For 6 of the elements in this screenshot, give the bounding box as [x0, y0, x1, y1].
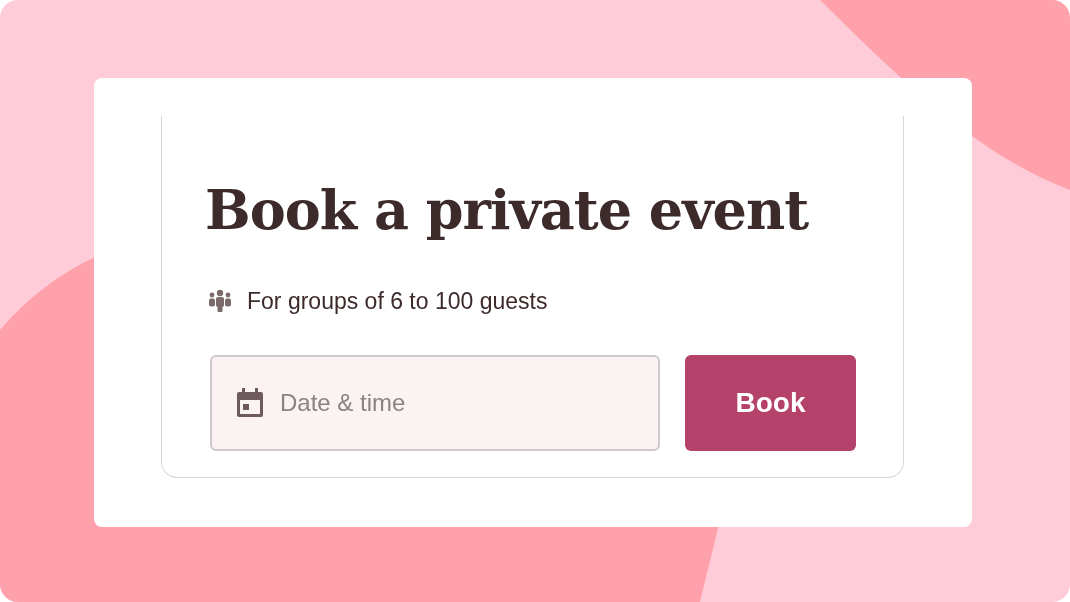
date-time-field[interactable]: Date & time [210, 354, 660, 451]
book-button[interactable]: Book [685, 354, 856, 451]
group-size-note: For groups of 6 to 100 guests [247, 287, 548, 316]
people-icon [207, 289, 233, 314]
heading: Book a private event [205, 178, 810, 242]
calendar-icon [236, 387, 264, 418]
